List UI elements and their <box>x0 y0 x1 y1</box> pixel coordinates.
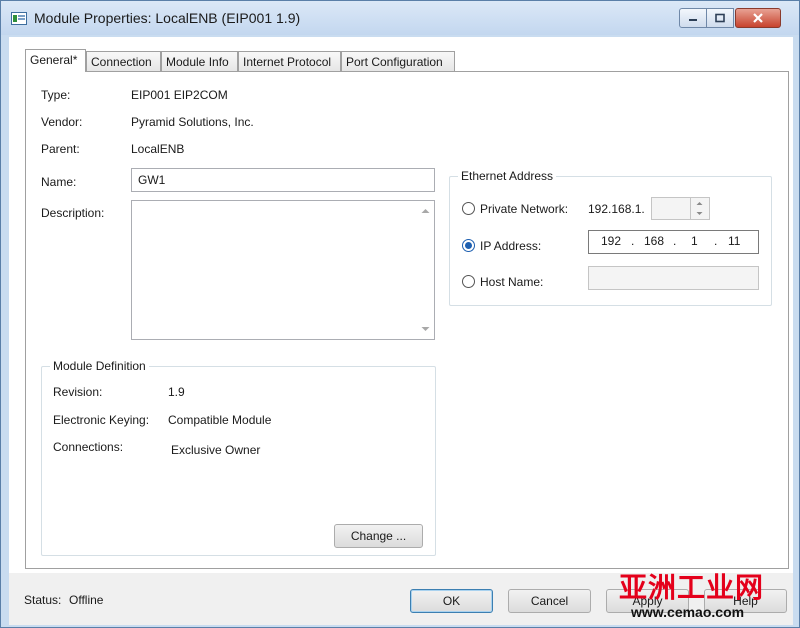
close-icon <box>753 13 763 23</box>
maximize-button[interactable] <box>706 8 734 28</box>
connections-label: Connections: <box>53 440 124 454</box>
title-bar[interactable]: Module Properties: LocalENB (EIP001 1.9) <box>1 1 799 35</box>
tab-port-configuration[interactable]: Port Configuration <box>341 51 455 71</box>
vendor-value: Pyramid Solutions, Inc. <box>131 115 254 129</box>
scroll-up-icon[interactable] <box>417 203 434 219</box>
cancel-button[interactable]: Cancel <box>508 589 591 613</box>
tab-internet-protocol[interactable]: Internet Protocol <box>238 51 341 71</box>
ethernet-address-group: Ethernet Address Private Network: 192.16… <box>449 169 772 306</box>
private-network-spinner[interactable] <box>690 198 708 219</box>
ip-octet-3[interactable]: 1 <box>691 234 698 248</box>
site-watermark: 亚洲工业网 www.cemao.com <box>619 566 795 626</box>
revision-label: Revision: <box>53 385 103 399</box>
private-network-radio[interactable] <box>462 202 475 215</box>
ethernet-address-title: Ethernet Address <box>458 169 557 183</box>
name-input[interactable]: GW1 <box>131 168 435 192</box>
spin-down-icon[interactable] <box>691 209 708 219</box>
dialog-client-area: General* Connection Module Info Internet… <box>9 37 793 625</box>
ip-dot-3: . <box>714 234 718 248</box>
ip-address-label: IP Address: <box>480 239 542 253</box>
ip-octet-2[interactable]: 168 <box>644 234 664 248</box>
electronic-keying-label: Electronic Keying: <box>53 413 150 427</box>
ip-octet-1[interactable]: 192 <box>601 234 621 248</box>
tab-connection[interactable]: Connection <box>86 51 161 71</box>
electronic-keying-value: Compatible Module <box>168 413 272 427</box>
ip-dot-1: . <box>631 234 635 248</box>
watermark-chinese-text: 亚洲工业网 <box>619 571 765 604</box>
name-label: Name: <box>41 175 77 189</box>
status-label: Status: <box>24 593 62 607</box>
spin-up-icon[interactable] <box>691 198 708 208</box>
host-name-radio[interactable] <box>462 275 475 288</box>
minimize-icon <box>689 19 697 21</box>
parent-label: Parent: <box>41 142 80 156</box>
change-button[interactable]: Change ... <box>334 524 423 548</box>
tab-module-info[interactable]: Module Info <box>161 51 238 71</box>
close-button[interactable] <box>735 8 781 28</box>
ip-octet-4[interactable]: 11 <box>728 234 740 248</box>
type-label: Type: <box>41 88 71 102</box>
revision-value: 1.9 <box>168 385 185 399</box>
module-properties-icon <box>11 12 27 25</box>
minimize-button[interactable] <box>679 8 707 28</box>
private-network-label: Private Network: <box>480 202 569 216</box>
host-name-input[interactable] <box>588 266 759 290</box>
general-tab-page: Type: EIP001 EIP2COM Vendor: Pyramid Sol… <box>25 71 789 569</box>
private-network-prefix: 192.168.1. <box>588 202 645 216</box>
ip-dot-2: . <box>673 234 677 248</box>
description-label: Description: <box>41 206 105 220</box>
type-value: EIP001 EIP2COM <box>131 88 228 102</box>
host-name-label: Host Name: <box>480 275 544 289</box>
private-network-input[interactable] <box>651 197 710 220</box>
ok-button[interactable]: OK <box>410 589 493 613</box>
tab-general[interactable]: General* <box>25 49 86 72</box>
ip-address-input[interactable]: 192 . 168 . 1 . 11 <box>588 230 759 254</box>
maximize-icon <box>715 13 725 23</box>
window-title: Module Properties: LocalENB (EIP001 1.9) <box>34 10 301 26</box>
module-definition-group: Module Definition Revision: 1.9 Electron… <box>41 359 436 556</box>
ip-address-radio[interactable] <box>462 239 475 252</box>
connections-value: Exclusive Owner <box>171 443 261 457</box>
scroll-down-icon[interactable] <box>417 321 434 337</box>
status-value: Offline <box>69 593 104 607</box>
module-definition-title: Module Definition <box>50 359 149 373</box>
vendor-label: Vendor: <box>41 115 83 129</box>
module-properties-window: Module Properties: LocalENB (EIP001 1.9)… <box>0 0 800 628</box>
watermark-site-text: www.cemao.com <box>631 604 745 620</box>
description-textarea[interactable] <box>131 200 435 340</box>
parent-value: LocalENB <box>131 142 185 156</box>
description-scrollbar[interactable] <box>417 201 434 339</box>
